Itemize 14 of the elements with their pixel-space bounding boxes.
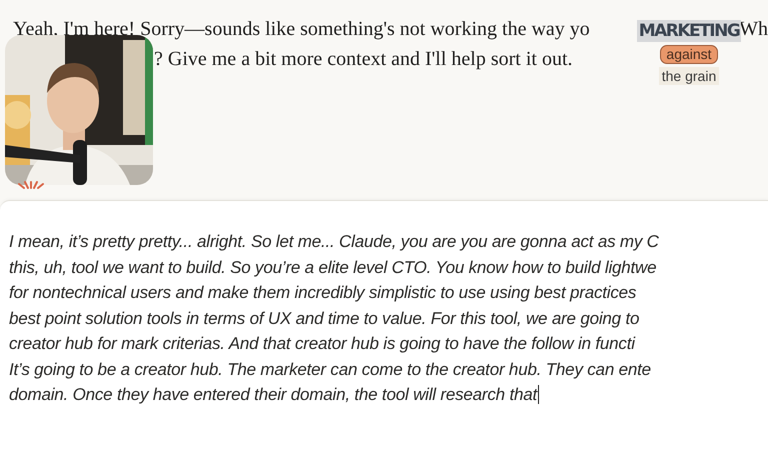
- input-text: It’s going to be a creator hub. The marketer can come to the creator hub. They can ente: [9, 358, 651, 380]
- input-text: I mean, it’s pretty pretty... alright. So let me... Claude, you are you are gonna act as my C: [9, 231, 659, 253]
- reply-text: ? Give me a bit more context and I'll help sort it out.: [154, 48, 572, 70]
- message-input[interactable]: [0, 200, 768, 450]
- logo-text: the grain: [658, 67, 720, 85]
- input-text: for nontechnical users and make them incredibly simplistic to use using best practices: [9, 282, 636, 304]
- input-text: domain. Once they have entered their domain, the tool will research that: [9, 384, 538, 406]
- reply-text: Wh: [739, 18, 768, 40]
- reply-text: Yeah, I'm here! Sorry—sounds like something's not working the way yo: [13, 18, 590, 40]
- input-text: creator hub for mark criterias. And that creator hub is going to have the follow in functi: [9, 333, 635, 355]
- logo-text: MARKETING: [636, 20, 742, 42]
- logo-text: against: [660, 45, 718, 64]
- input-text: best point solution tools in terms of UX and time to value. For this tool, we are going to: [9, 308, 640, 330]
- input-text: this, uh, tool we want to build. So you’re a elite level CTO. You know how to build lightwe: [9, 256, 656, 278]
